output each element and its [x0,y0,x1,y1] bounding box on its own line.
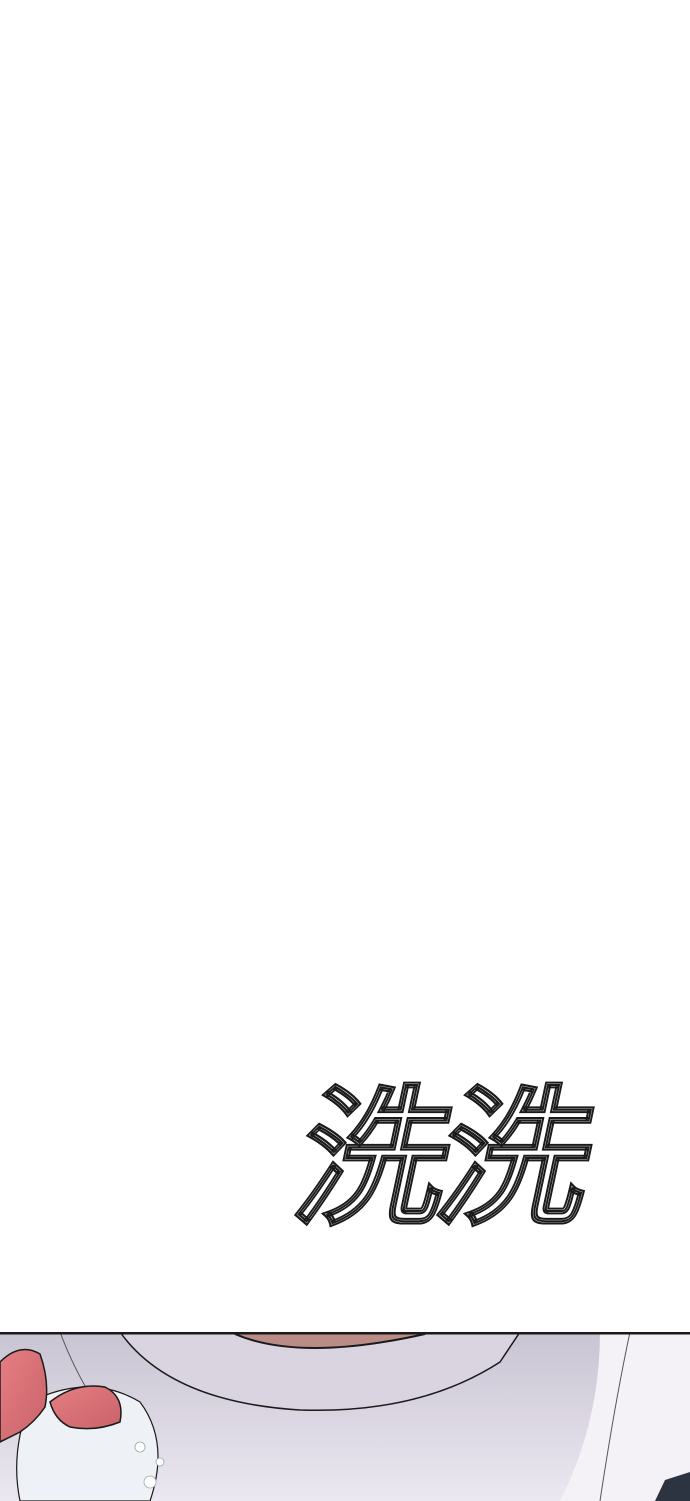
comic-page: 洗洗 [0,0,690,1501]
panel-illustration [0,1332,690,1501]
sound-effect-text: 洗洗 [281,1072,604,1248]
bubble [155,1457,165,1467]
bubble [134,1441,146,1453]
comic-panel [0,1332,690,1501]
bubble [143,1475,157,1489]
